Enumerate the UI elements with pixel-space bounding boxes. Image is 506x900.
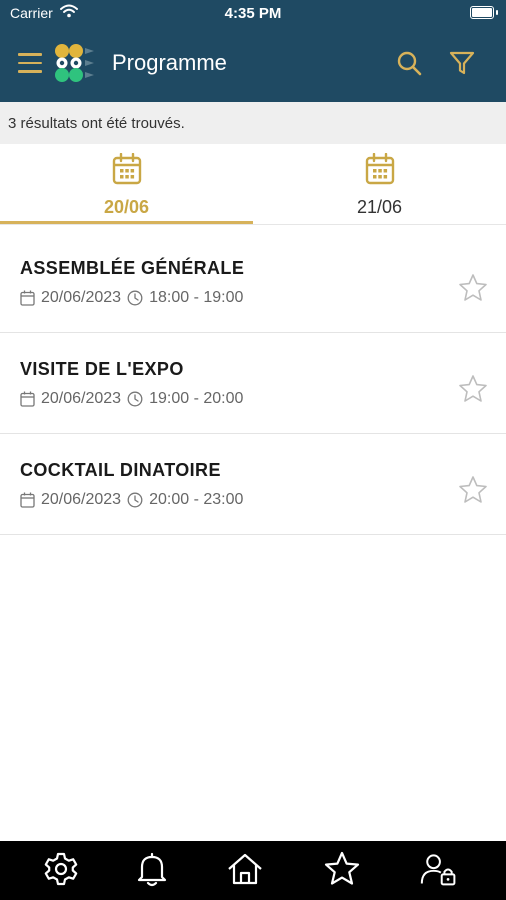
session-title: ASSEMBLÉE GÉNÉRALE xyxy=(20,258,245,278)
app-logo xyxy=(55,44,94,82)
favorite-star-icon[interactable] xyxy=(457,272,489,304)
app-header: Programme xyxy=(0,26,506,102)
tab-21-06[interactable]: 21/06 xyxy=(253,144,506,224)
session-meta: 20/06/2023 20:00 - 23:00 xyxy=(20,491,243,509)
session-time: 18:00 - 19:00 xyxy=(149,289,244,306)
calendar-icon xyxy=(20,391,35,407)
list-item[interactable]: COCKTAIL DINATOIRE 20/06/2023 20:00 - 23… xyxy=(0,434,506,535)
menu-icon[interactable] xyxy=(18,53,42,73)
tab-label: 21/06 xyxy=(356,197,403,217)
tab-label: 20/06 xyxy=(103,197,150,217)
calendar-icon xyxy=(20,290,35,306)
calendar-icon xyxy=(365,153,395,185)
clock-icon xyxy=(127,492,143,508)
session-title: VISITE DE L'EXPO xyxy=(20,359,184,379)
bell-icon[interactable] xyxy=(133,850,171,888)
session-meta: 20/06/2023 19:00 - 20:00 xyxy=(20,390,243,408)
date-tabs: 20/06 21/06 xyxy=(0,144,506,225)
clock-icon xyxy=(127,290,143,306)
calendar-icon xyxy=(20,492,35,508)
search-icon[interactable] xyxy=(396,50,422,76)
favorite-star-icon[interactable] xyxy=(457,474,489,506)
bottom-navigation xyxy=(0,841,506,900)
active-tab-indicator xyxy=(0,221,253,224)
tab-20-06[interactable]: 20/06 xyxy=(0,144,253,224)
session-date: 20/06/2023 xyxy=(41,390,122,407)
status-bar: Carrier 4:35 PM xyxy=(0,0,506,26)
session-title: COCKTAIL DINATOIRE xyxy=(20,460,221,480)
filter-icon[interactable] xyxy=(449,50,475,76)
gear-icon[interactable] xyxy=(42,850,80,888)
list-item[interactable]: VISITE DE L'EXPO 20/06/2023 19:00 - 20:0… xyxy=(0,333,506,434)
session-list: ASSEMBLÉE GÉNÉRALE 20/06/2023 18:00 - 19… xyxy=(0,232,506,535)
page-title: Programme xyxy=(112,50,227,75)
user-lock-icon[interactable] xyxy=(420,850,458,888)
battery-icon xyxy=(470,6,494,19)
star-icon[interactable] xyxy=(323,850,361,888)
list-item[interactable]: ASSEMBLÉE GÉNÉRALE 20/06/2023 18:00 - 19… xyxy=(0,232,506,333)
session-date: 20/06/2023 xyxy=(41,491,122,508)
favorite-star-icon[interactable] xyxy=(457,373,489,405)
clock: 4:35 PM xyxy=(224,5,282,22)
home-icon[interactable] xyxy=(226,850,264,888)
results-bar: 3 résultats ont été trouvés. xyxy=(0,102,506,144)
results-count-text: 3 résultats ont été trouvés. xyxy=(8,115,185,132)
calendar-icon xyxy=(112,153,142,185)
session-time: 19:00 - 20:00 xyxy=(149,390,244,407)
session-date: 20/06/2023 xyxy=(41,289,122,306)
clock-icon xyxy=(127,391,143,407)
session-time: 20:00 - 23:00 xyxy=(149,491,244,508)
session-meta: 20/06/2023 18:00 - 19:00 xyxy=(20,289,243,307)
